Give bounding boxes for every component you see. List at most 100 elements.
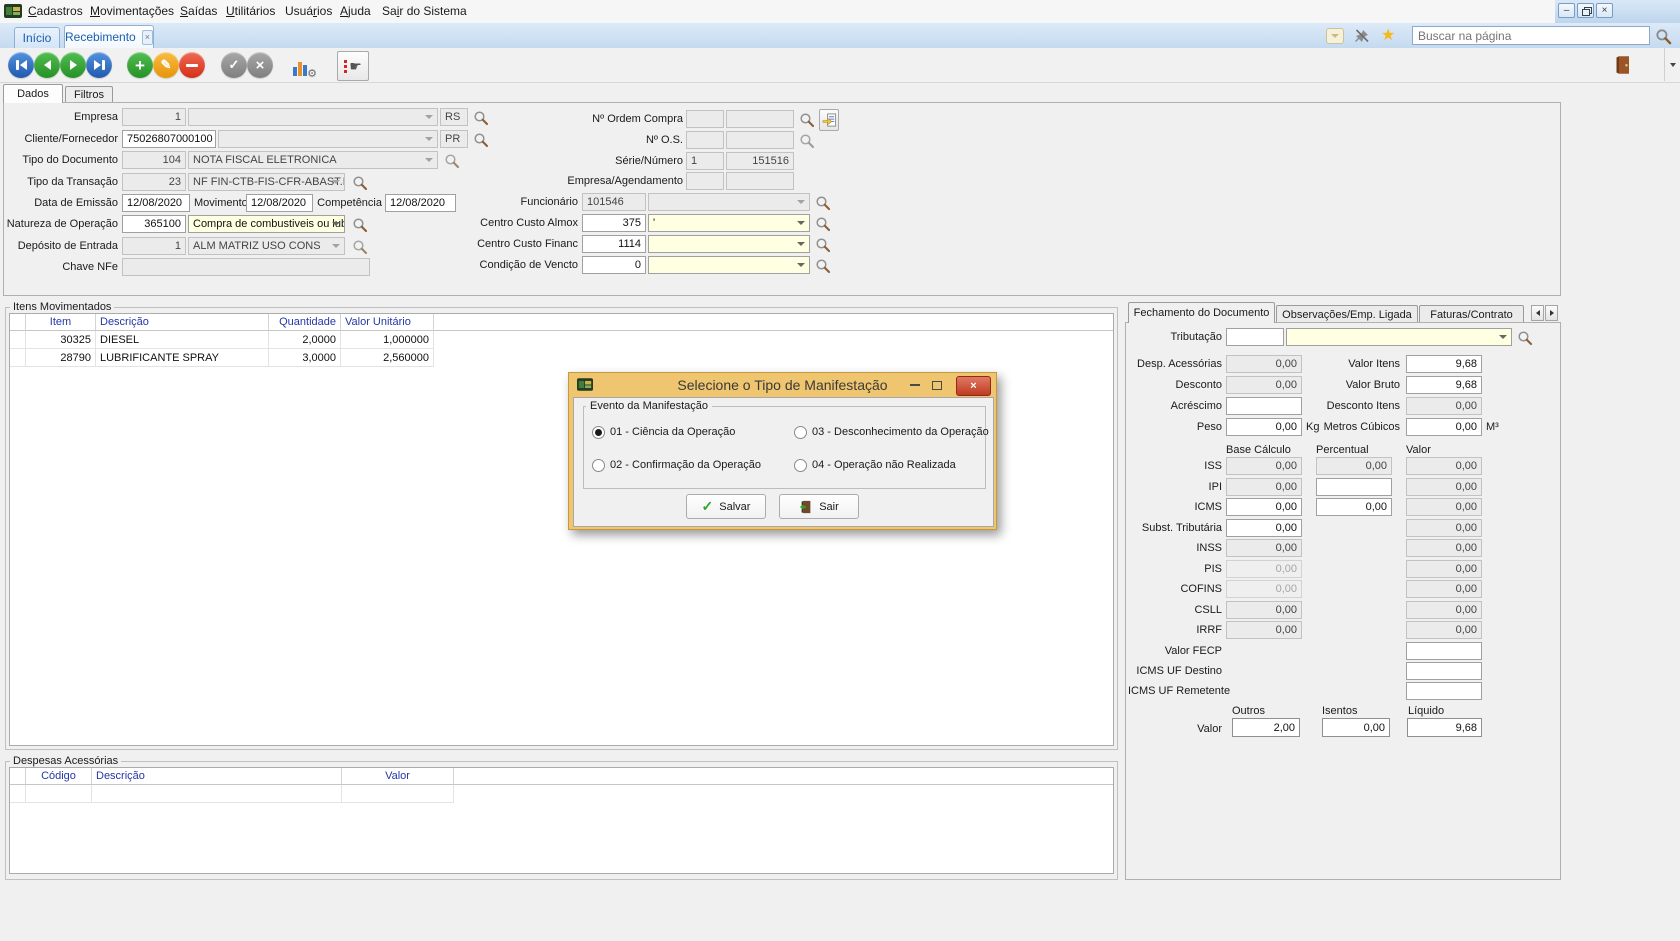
expand-panel-button[interactable]	[1326, 28, 1344, 44]
tipo-transacao-lookup-icon[interactable]	[352, 175, 368, 191]
movimento-field[interactable]: 12/08/2020	[246, 194, 313, 212]
icms-uf-remetente-field[interactable]	[1406, 682, 1482, 700]
tab-fechamento-documento[interactable]: Fechamento do Documento	[1128, 302, 1275, 323]
menu-item-cadastros[interactable]: Cadastros	[28, 4, 83, 18]
save-button[interactable]: ✓ Salvar	[686, 494, 766, 519]
tributacao-lookup-icon[interactable]	[1517, 330, 1533, 346]
cancel-button[interactable]: ×	[247, 52, 273, 78]
cc-financ-lookup-icon[interactable]	[815, 237, 831, 253]
menu-item-usuarios[interactable]: Usuários	[285, 4, 332, 18]
cc-financ-combo[interactable]	[648, 235, 810, 253]
delete-record-button[interactable]	[179, 52, 205, 78]
tab-scroll-right-button[interactable]	[1545, 305, 1558, 321]
search-input[interactable]	[1412, 26, 1650, 45]
valor-fecp-field[interactable]	[1406, 642, 1482, 660]
add-record-button[interactable]: +	[127, 52, 153, 78]
natureza-code-field[interactable]: 365100	[122, 215, 186, 233]
funcionario-lookup-icon[interactable]	[815, 195, 831, 211]
peso-field[interactable]: 0,00	[1226, 418, 1302, 436]
tab-observacoes-emp-ligada[interactable]: Observações/Emp. Ligada	[1276, 305, 1418, 323]
tab-faturas-contrato[interactable]: Faturas/Contrato	[1419, 305, 1524, 323]
manifest-button[interactable]: ☛	[337, 51, 369, 81]
menu-item-sair-do-sistema[interactable]: Sair do Sistema	[382, 4, 467, 18]
radio-ciencia-operacao-label[interactable]: 01 - Ciência da Operação	[610, 426, 735, 439]
dialog-close-button[interactable]: ×	[956, 376, 991, 396]
itens-col-quantidade: Quantidade	[269, 314, 341, 331]
dialog-minimize-button[interactable]	[907, 377, 923, 393]
nav-previous-button[interactable]	[34, 52, 60, 78]
natureza-combo[interactable]: Compra de combustiveis ou lubr	[188, 215, 345, 233]
tab-close-icon[interactable]: ×	[142, 30, 153, 45]
liquido-field[interactable]: 9,68	[1407, 718, 1482, 737]
os-lookup-icon[interactable]	[799, 133, 815, 149]
cliente-lookup-icon[interactable]	[473, 132, 489, 148]
cond-vencto-lookup-icon[interactable]	[815, 258, 831, 274]
cc-almox-code-field[interactable]: 375	[582, 214, 646, 232]
window-minimize-button[interactable]: –	[1558, 3, 1575, 18]
chart-button[interactable]: ⚙	[287, 52, 315, 78]
menu-item-ajuda[interactable]: Ajuda	[340, 4, 371, 18]
subst-tributaria-base-field[interactable]: 0,00	[1226, 519, 1302, 537]
icms-percentual-field[interactable]: 0,00	[1316, 498, 1392, 516]
dialog-maximize-button[interactable]	[929, 377, 945, 393]
os-label: Nº O.S.	[500, 134, 683, 146]
cond-vencto-combo[interactable]	[648, 256, 810, 274]
radio-operacao-nao-realizada-label[interactable]: 04 - Operação não Realizada	[812, 459, 956, 472]
radio-operacao-nao-realizada[interactable]	[794, 459, 807, 472]
valor-itens-field[interactable]: 9,68	[1406, 355, 1482, 373]
tipo-documento-lookup-icon[interactable]	[444, 153, 460, 169]
cliente-code-field[interactable]: 75026807000100	[122, 130, 216, 148]
outros-field[interactable]: 2,00	[1232, 718, 1300, 737]
cond-vencto-code-field[interactable]: 0	[582, 256, 646, 274]
cc-almox-lookup-icon[interactable]	[815, 216, 831, 232]
confirm-button[interactable]: ✓	[221, 52, 247, 78]
natureza-lookup-icon[interactable]	[352, 217, 368, 233]
empresa-agendamento-field-2	[726, 172, 794, 190]
nav-first-button[interactable]	[8, 52, 34, 78]
radio-desconhecimento-operacao-label[interactable]: 03 - Desconhecimento da Operação	[812, 426, 989, 439]
isentos-field[interactable]: 0,00	[1322, 718, 1390, 737]
exit-button[interactable]: Sair	[779, 494, 859, 519]
icms-label: ICMS	[1128, 501, 1222, 513]
cc-almox-combo[interactable]: '	[648, 214, 810, 232]
data-emissao-field[interactable]: 12/08/2020	[122, 194, 190, 212]
exit-screen-button[interactable]	[1610, 52, 1638, 78]
metros-cubicos-field[interactable]: 0,00	[1406, 418, 1482, 436]
tributacao-combo[interactable]	[1286, 328, 1512, 346]
radio-ciencia-operacao[interactable]	[592, 426, 605, 439]
inss-valor-field: 0,00	[1406, 539, 1482, 557]
window-close-button[interactable]: ×	[1596, 3, 1613, 18]
toolbar-overflow-button[interactable]	[1664, 48, 1680, 81]
icms-uf-destino-field[interactable]	[1406, 662, 1482, 680]
radio-desconhecimento-operacao[interactable]	[794, 426, 807, 439]
pin-toggle-button[interactable]	[1352, 26, 1372, 46]
tab-scroll-left-button[interactable]	[1531, 305, 1544, 321]
menu-item-saidas[interactable]: Saídas	[180, 4, 217, 18]
valor-bruto-field[interactable]: 9,68	[1406, 376, 1482, 394]
subtab-dados[interactable]: Dados	[3, 84, 63, 103]
ordem-compra-lookup-icon[interactable]	[799, 112, 815, 128]
tab-inicio[interactable]: Início	[14, 27, 60, 48]
search-button[interactable]	[1653, 26, 1673, 46]
ipi-percentual-field[interactable]	[1316, 478, 1392, 496]
tributacao-code-field[interactable]	[1226, 328, 1284, 346]
subtab-filtros[interactable]: Filtros	[65, 86, 113, 103]
import-ordem-compra-button[interactable]	[819, 109, 839, 131]
nav-last-button[interactable]	[86, 52, 112, 78]
edit-record-button[interactable]: ✎	[153, 52, 179, 78]
radio-confirmacao-operacao[interactable]	[592, 459, 605, 472]
favorite-star-icon[interactable]: ★	[1381, 25, 1395, 45]
chevron-right-icon	[1550, 310, 1554, 316]
irrf-label: IRRF	[1128, 624, 1222, 636]
nav-next-button[interactable]	[60, 52, 86, 78]
menu-item-movimentacoes[interactable]: Movimentações	[90, 4, 174, 18]
acrescimo-field[interactable]	[1226, 397, 1302, 415]
radio-confirmacao-operacao-label[interactable]: 02 - Confirmação da Operação	[610, 459, 761, 472]
menu-item-utilitarios[interactable]: Utilitários	[226, 4, 275, 18]
deposito-lookup-icon[interactable]	[352, 239, 368, 255]
icms-base-field[interactable]: 0,00	[1226, 498, 1302, 516]
tab-recebimento[interactable]: Recebimento ×	[64, 25, 154, 48]
empresa-lookup-icon[interactable]	[473, 110, 489, 126]
window-restore-button[interactable]	[1577, 3, 1594, 18]
cc-financ-code-field[interactable]: 1114	[582, 235, 646, 253]
